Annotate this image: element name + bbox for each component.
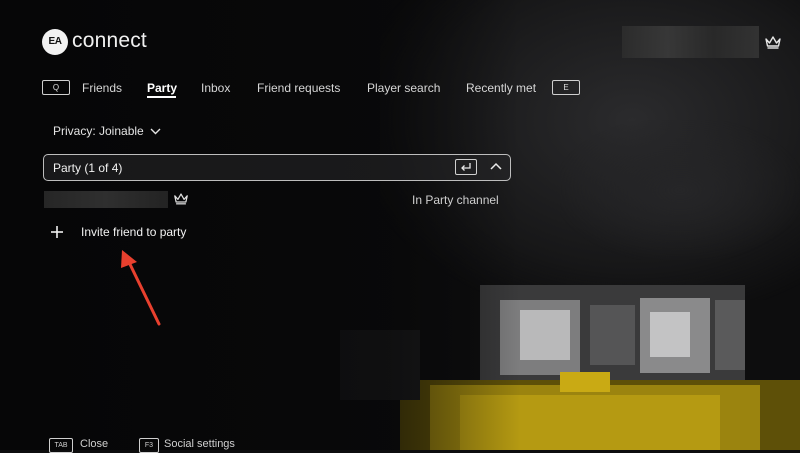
- privacy-dropdown[interactable]: Privacy: Joinable: [53, 124, 161, 138]
- crown-icon: [174, 193, 188, 205]
- tab-recently-met[interactable]: Recently met: [466, 81, 536, 95]
- tab-friend-requests[interactable]: Friend requests: [257, 81, 340, 95]
- red-arrow-icon: [121, 250, 161, 326]
- party-section-header[interactable]: Party (1 of 4): [43, 154, 511, 181]
- close-label[interactable]: Close: [80, 438, 108, 450]
- invite-friend-button[interactable]: Invite friend to party: [50, 222, 186, 242]
- tab-right-key[interactable]: E: [552, 80, 580, 95]
- chevron-down-icon: [150, 128, 161, 134]
- player-name-blurred: [622, 26, 759, 58]
- tab-player-search[interactable]: Player search: [367, 81, 440, 95]
- active-tab-indicator: [147, 96, 176, 98]
- tab-inbox[interactable]: Inbox: [201, 81, 230, 95]
- invite-label: Invite friend to party: [81, 225, 187, 239]
- plus-icon: [51, 226, 63, 238]
- party-member-name-blurred[interactable]: [44, 191, 168, 208]
- ea-logo-icon: EA: [42, 29, 68, 55]
- party-title: Party (1 of 4): [53, 161, 123, 175]
- tab-friends[interactable]: Friends: [82, 81, 122, 95]
- tab-party[interactable]: Party: [147, 81, 177, 95]
- social-settings-label[interactable]: Social settings: [164, 438, 235, 450]
- member-status: In Party channel: [412, 193, 499, 207]
- privacy-label: Privacy: Joinable: [53, 124, 144, 138]
- tab-left-key[interactable]: Q: [42, 80, 70, 95]
- chevron-up-icon[interactable]: [486, 157, 506, 177]
- crown-icon: [765, 36, 781, 49]
- close-key[interactable]: TAB: [49, 438, 73, 453]
- enter-key-icon: [455, 159, 477, 175]
- social-settings-key[interactable]: F3: [139, 438, 159, 453]
- app-title: connect: [72, 29, 147, 52]
